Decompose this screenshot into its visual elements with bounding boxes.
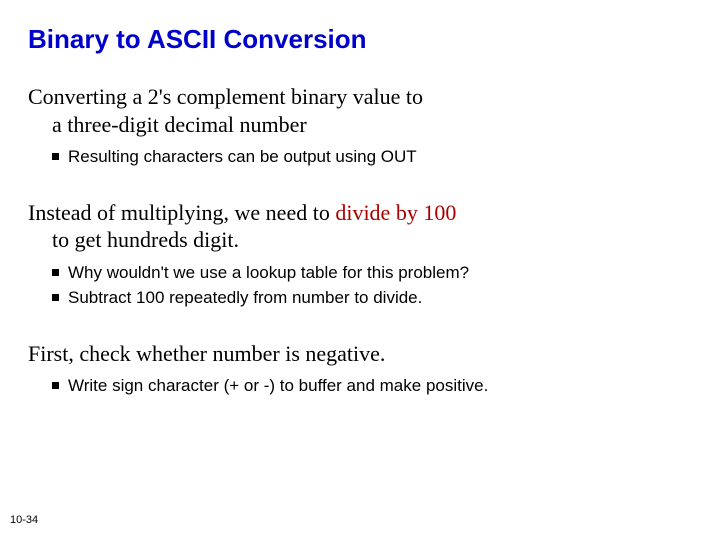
section-3: First, check whether number is negative.… <box>28 340 692 398</box>
section-1-para: Converting a 2's complement binary value… <box>28 83 692 138</box>
section-2-bullet-1: Why wouldn't we use a lookup table for t… <box>52 262 692 285</box>
section-2-bullets: Why wouldn't we use a lookup table for t… <box>52 262 692 310</box>
section-3-para: First, check whether number is negative. <box>28 340 692 368</box>
section-1-line1: Converting a 2's complement binary value… <box>28 84 423 109</box>
section-1-line2: a three-digit decimal number <box>28 111 692 139</box>
section-2-line2: to get hundreds digit. <box>28 226 692 254</box>
slide-title: Binary to ASCII Conversion <box>28 24 692 55</box>
section-3-bullets: Write sign character (+ or -) to buffer … <box>52 375 692 398</box>
section-2-para: Instead of multiplying, we need to divid… <box>28 199 692 254</box>
section-1-bullet-1: Resulting characters can be output using… <box>52 146 692 169</box>
slide: Binary to ASCII Conversion Converting a … <box>0 0 720 540</box>
section-1: Converting a 2's complement binary value… <box>28 83 692 169</box>
section-1-bullets: Resulting characters can be output using… <box>52 146 692 169</box>
section-3-bullet-1: Write sign character (+ or -) to buffer … <box>52 375 692 398</box>
section-2: Instead of multiplying, we need to divid… <box>28 199 692 310</box>
section-2-bullet-2: Subtract 100 repeatedly from number to d… <box>52 287 692 310</box>
section-2-highlight: divide by 100 <box>335 200 456 225</box>
slide-number: 10-34 <box>10 514 38 526</box>
section-2-line1a: Instead of multiplying, we need to <box>28 200 335 225</box>
section-3-line1: First, check whether number is negative. <box>28 341 385 366</box>
